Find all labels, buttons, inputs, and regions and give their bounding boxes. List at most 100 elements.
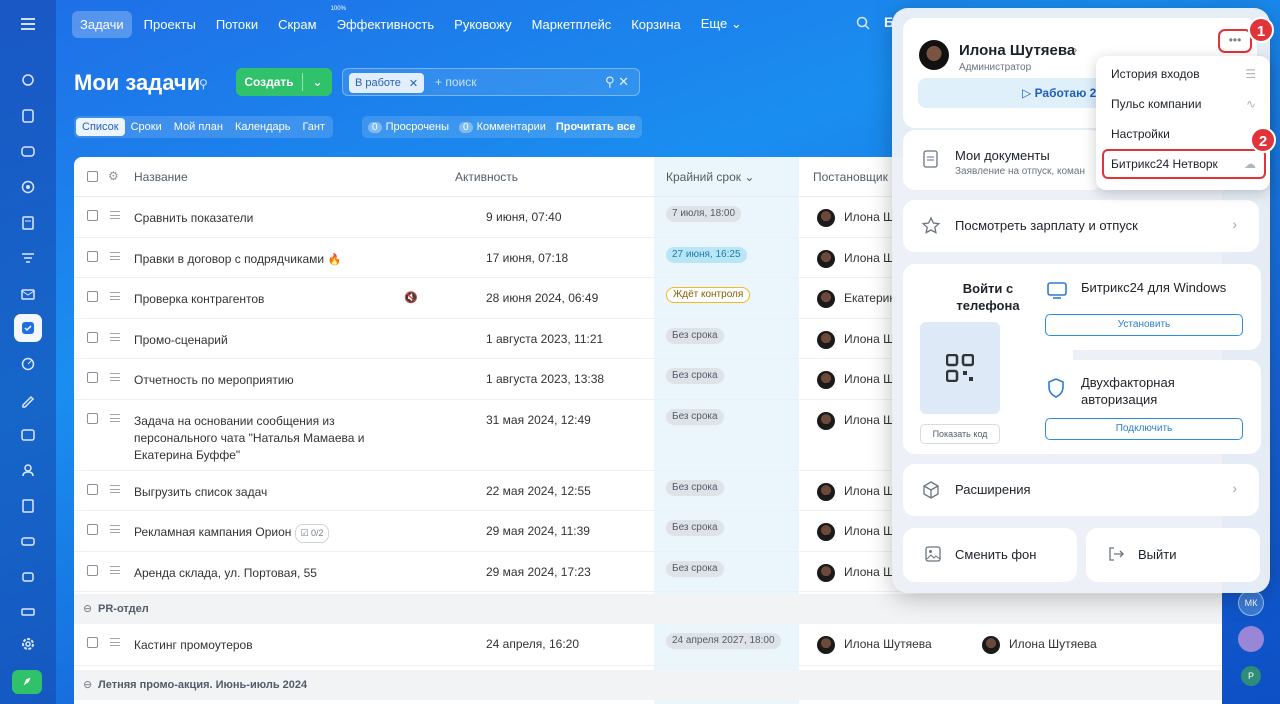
extensions-card[interactable]: Расширения › xyxy=(903,464,1259,516)
task-name[interactable]: Промо-сценарий xyxy=(134,332,394,349)
work-status-button[interactable]: ▷ Работаю 2 xyxy=(918,78,1108,108)
tab-gantt[interactable]: Гант xyxy=(296,118,331,136)
task-creator[interactable]: Илона Шутяева xyxy=(844,637,932,651)
menu-item-bitrix24-network[interactable]: Битрикс24 Нетворк ☁ xyxy=(1102,149,1266,179)
read-all-link[interactable]: Прочитать все xyxy=(556,121,636,133)
drag-handle-icon[interactable] xyxy=(110,333,120,341)
user-name[interactable]: Илона Шутяева xyxy=(959,42,1075,59)
task-creator[interactable]: Илона Ш xyxy=(844,251,894,265)
close-icon[interactable]: ✕ xyxy=(409,77,418,90)
task-creator[interactable]: Илона Ш xyxy=(844,413,894,427)
nav-marketplace[interactable]: Маркетплейс xyxy=(524,11,620,38)
checklist-badge[interactable]: ☑ 0/2 xyxy=(295,524,329,543)
task-name-wrap[interactable]: Правки в договор с подрядчиками 🔥 xyxy=(134,251,394,269)
more-apps-icon[interactable] xyxy=(14,596,42,624)
tab-my-plan[interactable]: Мой план xyxy=(168,118,229,136)
calendar-icon[interactable] xyxy=(14,173,42,201)
my-documents-card[interactable]: Мои документы Заявление на отпуск, коман xyxy=(903,130,1103,190)
drag-handle-icon[interactable] xyxy=(110,566,120,574)
nav-trash[interactable]: Корзина xyxy=(623,11,689,38)
store-icon[interactable] xyxy=(14,421,42,449)
settings-gear-icon[interactable] xyxy=(14,630,42,658)
install-button[interactable]: Установить xyxy=(1045,314,1243,336)
task-name[interactable]: Задача на основании сообщения из персона… xyxy=(134,413,384,464)
group-header-summer[interactable]: ⊖ Летняя промо-акция. Июнь-июль 2024 xyxy=(74,670,1222,700)
nav-efficiency[interactable]: 100% Эффективность xyxy=(329,6,443,38)
settings-gear-icon[interactable]: ⚙ xyxy=(108,169,119,183)
drag-handle-icon[interactable] xyxy=(110,485,120,493)
task-name-wrap[interactable]: Рекламная кампания Орион ☑ 0/2 xyxy=(134,524,394,543)
task-name[interactable]: Отчетность по мероприятию xyxy=(134,372,394,389)
row-checkbox[interactable] xyxy=(87,565,98,576)
column-name[interactable]: Название xyxy=(134,170,188,184)
file-icon[interactable] xyxy=(14,492,42,520)
filter-icon[interactable] xyxy=(14,244,42,272)
tab-calendar[interactable]: Календарь xyxy=(229,118,297,136)
row-checkbox[interactable] xyxy=(87,413,98,424)
task-name[interactable]: Проверка контрагентов xyxy=(134,291,394,308)
chevron-down-icon[interactable]: ⌄ xyxy=(303,75,332,89)
chat-icon[interactable] xyxy=(14,138,42,166)
deadline-badge[interactable]: 7 июля, 18:00 xyxy=(666,206,742,222)
drag-handle-icon[interactable] xyxy=(110,638,120,646)
select-all-checkbox[interactable] xyxy=(87,171,98,182)
qr-code[interactable] xyxy=(920,322,1000,414)
nav-flows[interactable]: Потоки xyxy=(208,11,266,38)
task-creator[interactable]: Екатерин xyxy=(844,291,896,305)
tasks-icon[interactable] xyxy=(14,314,42,342)
avatar[interactable] xyxy=(1238,626,1264,652)
deadline-badge[interactable]: Без срока xyxy=(666,328,724,344)
chevron-right-icon[interactable]: › xyxy=(1073,42,1077,57)
menu-item-login-history[interactable]: История входов ☰ xyxy=(1096,59,1270,89)
drag-handle-icon[interactable] xyxy=(110,525,120,533)
menu-item-settings[interactable]: Настройки xyxy=(1096,119,1270,149)
column-activity[interactable]: Активность xyxy=(455,170,518,184)
nav-tasks[interactable]: Задачи xyxy=(72,10,132,38)
users-icon[interactable] xyxy=(14,456,42,484)
mute-icon[interactable]: 🔇 xyxy=(404,291,418,304)
row-checkbox[interactable] xyxy=(87,251,98,262)
task-responsible[interactable]: Илона Шутяева xyxy=(1009,637,1097,651)
connect-button[interactable]: Подключить xyxy=(1045,418,1243,440)
counter-comments[interactable]: 0 Комментарии xyxy=(459,121,546,133)
salary-vacation-card[interactable]: Посмотреть зарплату и отпуск › xyxy=(903,200,1259,252)
collapse-icon[interactable]: ⊖ xyxy=(83,678,92,691)
tab-list[interactable]: Список xyxy=(76,118,125,136)
nav-managing[interactable]: Руковожу xyxy=(446,11,519,38)
task-creator[interactable]: Илона Ш xyxy=(844,484,894,498)
row-checkbox[interactable] xyxy=(87,210,98,221)
row-checkbox[interactable] xyxy=(87,484,98,495)
nav-more[interactable]: Еще ⌄ xyxy=(693,10,750,38)
table-row[interactable]: Кастинг промоутеров 24 апреля, 16:20 24 … xyxy=(74,624,1222,666)
more-options-button[interactable]: ••• xyxy=(1218,29,1252,53)
storage-icon[interactable] xyxy=(14,527,42,555)
nav-projects[interactable]: Проекты xyxy=(136,11,204,38)
column-deadline[interactable]: Крайний срок ⌄ xyxy=(666,170,754,184)
collapse-icon[interactable]: ⊖ xyxy=(83,602,92,615)
avatar[interactable] xyxy=(919,40,949,70)
docs-icon[interactable] xyxy=(14,209,42,237)
create-button[interactable]: Создать ⌄ xyxy=(236,68,332,96)
bot-icon[interactable] xyxy=(14,562,42,590)
row-checkbox[interactable] xyxy=(87,332,98,343)
task-name[interactable]: Аренда склада, ул. Портовая, 55 xyxy=(134,565,394,582)
task-creator[interactable]: Илона Ш xyxy=(844,565,894,579)
deadline-badge[interactable]: Без срока xyxy=(666,368,724,384)
logout-button[interactable]: Выйти xyxy=(1086,528,1260,582)
counter-overdue[interactable]: 0 Просрочены xyxy=(368,121,449,133)
tab-deadlines[interactable]: Сроки xyxy=(125,118,168,136)
drag-handle-icon[interactable] xyxy=(110,414,120,422)
search-icon[interactable] xyxy=(856,16,870,30)
deadline-badge[interactable]: Без срока xyxy=(666,561,724,577)
task-creator[interactable]: Илона Ш xyxy=(844,524,894,538)
row-checkbox[interactable] xyxy=(87,372,98,383)
avatar[interactable]: Р xyxy=(1241,666,1261,686)
filter-chip-in-progress[interactable]: В работе ✕ xyxy=(349,73,425,93)
menu-icon[interactable] xyxy=(18,14,38,34)
row-checkbox[interactable] xyxy=(87,637,98,648)
feed-icon[interactable] xyxy=(14,66,42,94)
mail-icon[interactable] xyxy=(14,280,42,308)
change-background-button[interactable]: Сменить фон xyxy=(903,528,1077,582)
rocket-icon[interactable] xyxy=(12,670,42,694)
task-creator[interactable]: Илона Ш xyxy=(844,332,894,346)
